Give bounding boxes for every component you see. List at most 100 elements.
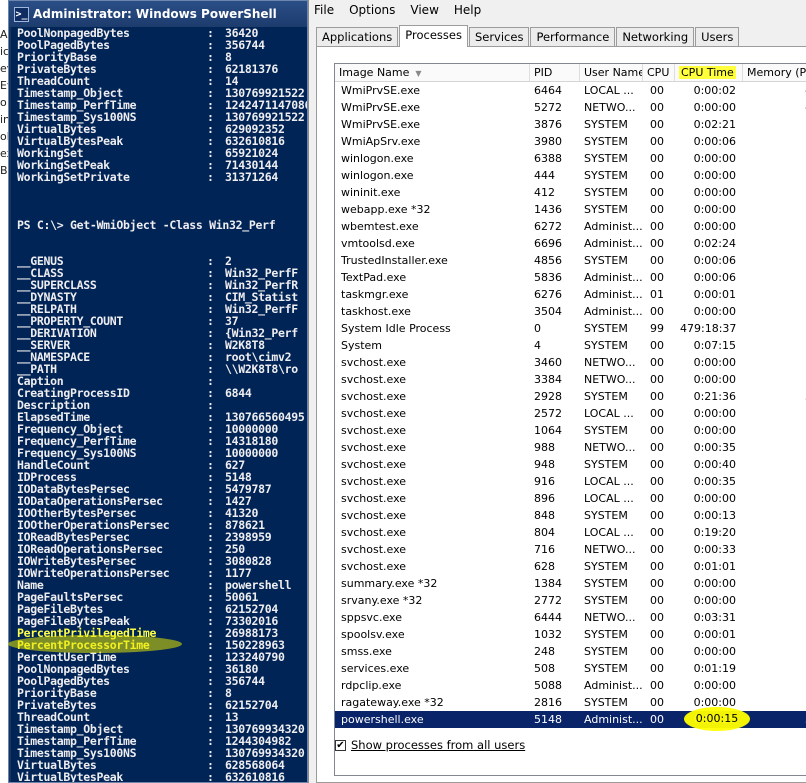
process-cpu-time: 0:02:21: [693, 118, 736, 131]
process-cpu-time: 0:01:01: [693, 560, 736, 573]
table-row[interactable]: svchost.exe 916 LOCAL ... 00 0:00:35: [335, 473, 806, 490]
table-row[interactable]: WmiApSrv.exe 3980 SYSTEM 00 0:00:06: [335, 133, 806, 150]
table-row[interactable]: sppsvc.exe 6444 NETWO... 00 0:03:31: [335, 609, 806, 626]
table-row[interactable]: rdpclip.exe 5088 Administ... 00 0:00:00: [335, 677, 806, 694]
process-user: LOCAL ...: [584, 492, 634, 505]
process-cpu-time: 0:07:15: [693, 339, 736, 352]
column-pid[interactable]: PID: [530, 64, 580, 81]
process-name: svchost.exe: [341, 441, 407, 454]
process-name: TextPad.exe: [341, 271, 407, 284]
process-user: SYSTEM: [584, 509, 628, 522]
column-memory[interactable]: Memory (Pr: [743, 64, 806, 81]
column-image-name[interactable]: Image Name ▼: [335, 64, 530, 81]
tab-applications[interactable]: Applications: [316, 27, 399, 46]
process-name: smss.exe: [341, 645, 392, 658]
console-line: WorkingSetPrivate:31371264: [11, 171, 307, 183]
table-row[interactable]: svchost.exe 1064 SYSTEM 00 0:00:00: [335, 422, 806, 439]
table-row[interactable]: svchost.exe 848 SYSTEM 00 0:00:13: [335, 507, 806, 524]
show-all-checkbox[interactable]: ✔: [335, 739, 346, 751]
tab-performance[interactable]: Performance: [530, 27, 616, 46]
process-user: NETWO...: [584, 101, 636, 114]
process-cpu-time: 0:00:13: [693, 509, 736, 522]
powershell-console[interactable]: PoolNonpagedBytes:36420 PoolPagedBytes:35…: [11, 27, 307, 782]
table-row[interactable]: vmtoolsd.exe 6696 Administ... 00 0:02:24: [335, 235, 806, 252]
table-row[interactable]: winlogon.exe 444 SYSTEM 00 0:00:00: [335, 167, 806, 184]
process-cpu: 00: [650, 305, 664, 318]
table-row[interactable]: srvany.exe *32 2772 SYSTEM 00 0:00:00: [335, 592, 806, 609]
process-user: Administ...: [584, 220, 642, 233]
process-cpu-time: 0:00:00: [693, 492, 736, 505]
table-row[interactable]: TextPad.exe5836Administ...000:00:061: [335, 269, 806, 286]
menu-file[interactable]: File: [314, 3, 334, 17]
table-row[interactable]: svchost.exe2928SYSTEM000:21:363: [335, 388, 806, 405]
column-user-name[interactable]: User Name: [580, 64, 643, 81]
show-all-processes[interactable]: ✔ Show processes from all users: [335, 738, 525, 752]
process-pid: 5272: [534, 101, 562, 114]
tab-processes[interactable]: Processes: [399, 25, 468, 47]
table-row[interactable]: winlogon.exe 6388 SYSTEM 00 0:00:00: [335, 150, 806, 167]
table-row[interactable]: taskhost.exe 3504 Administ... 00 0:00:00: [335, 303, 806, 320]
menu-options[interactable]: Options: [349, 3, 395, 17]
table-row[interactable]: summary.exe *32 1384 SYSTEM 00 0:00:00: [335, 575, 806, 592]
table-row[interactable]: TrustedInstaller.exe4856SYSTEM000:00:061: [335, 252, 806, 269]
process-user: LOCAL ...: [584, 84, 634, 97]
table-row[interactable]: wbemtest.exe 6272 Administ... 00 0:00:00: [335, 218, 806, 235]
process-name: sppsvc.exe: [341, 611, 402, 624]
table-row[interactable]: svchost.exe 716 NETWO... 00 0:00:33: [335, 541, 806, 558]
tab-services[interactable]: Services: [468, 27, 530, 46]
tab-networking[interactable]: Networking: [616, 27, 695, 46]
column-cpu[interactable]: CPU: [643, 64, 675, 81]
column-cpu-time[interactable]: CPU Time: [675, 64, 743, 81]
table-row[interactable]: WmiPrvSE.exe5272NETWO...000:00:00-: [335, 99, 806, 116]
process-cpu: 00: [650, 271, 664, 284]
process-name: powershell.exe: [341, 713, 424, 726]
table-row[interactable]: WmiPrvSE.exe6464LOCAL ...000:00:02-: [335, 82, 806, 99]
process-cpu: 00: [650, 220, 664, 233]
console-command: PS C:\> Get-WmiObject -Class Win32_Perf: [17, 218, 276, 232]
table-row[interactable]: wininit.exe 412 SYSTEM 00 0:00:00: [335, 184, 806, 201]
table-row[interactable]: svchost.exe 988 NETWO... 00 0:00:35: [335, 439, 806, 456]
table-row[interactable]: smss.exe 248 SYSTEM 00 0:00:00: [335, 643, 806, 660]
table-row[interactable]: svchost.exe 628 SYSTEM 00 0:01:01: [335, 558, 806, 575]
property-value: 6844: [225, 386, 252, 400]
table-row[interactable]: svchost.exe804LOCAL ...000:19:201: [335, 524, 806, 541]
process-cpu-time: 0:00:00: [693, 101, 736, 114]
process-user: SYSTEM: [584, 424, 628, 437]
process-name: rdpclip.exe: [341, 679, 402, 692]
powershell-title-bar[interactable]: >_ Administrator: Windows PowerShell: [9, 1, 307, 27]
process-pid: 3504: [534, 305, 562, 318]
process-cpu: 00: [650, 186, 664, 199]
task-manager-window[interactable]: File Options View Help Applications Proc…: [308, 0, 806, 783]
process-list[interactable]: Image Name ▼ PID User Name CPU CPU Time M…: [334, 63, 806, 776]
process-name: svchost.exe: [341, 356, 407, 369]
table-row[interactable]: taskmgr.exe 6276 Administ... 01 0:00:01: [335, 286, 806, 303]
process-cpu-time: 0:00:02: [693, 84, 736, 97]
tab-users[interactable]: Users: [695, 27, 740, 46]
process-user: SYSTEM: [584, 118, 628, 131]
process-name: System Idle Process: [341, 322, 451, 335]
table-row[interactable]: spoolsv.exe 1032 SYSTEM 00 0:00:01: [335, 626, 806, 643]
process-cpu: 00: [650, 169, 664, 182]
table-row[interactable]: svchost.exe 3384 NETWO... 00 0:00:00: [335, 371, 806, 388]
process-cpu-time: 0:00:01: [693, 288, 736, 301]
table-row[interactable]: webapp.exe *32 1436 SYSTEM 00 0:00:00: [335, 201, 806, 218]
process-cpu: 00: [650, 594, 664, 607]
table-row[interactable]: System 4 SYSTEM 00 0:07:15: [335, 337, 806, 354]
table-row[interactable]: svchost.exe 896 LOCAL ... 00 0:00:00: [335, 490, 806, 507]
table-row[interactable]: svchost.exe 3460 NETWO... 00 0:00:00: [335, 354, 806, 371]
table-row[interactable]: svchost.exe 2572 LOCAL ... 00 0:00:00: [335, 405, 806, 422]
process-pid: 6276: [534, 288, 562, 301]
process-name: svchost.exe: [341, 543, 407, 556]
process-name: svchost.exe: [341, 475, 407, 488]
table-row[interactable]: System Idle Process 0 SYSTEM 99 479:18:37: [335, 320, 806, 337]
powershell-window[interactable]: >_ Administrator: Windows PowerShell Poo…: [8, 0, 308, 783]
table-row[interactable]: svchost.exe 948 SYSTEM 00 0:00:40: [335, 456, 806, 473]
menu-help[interactable]: Help: [454, 3, 481, 17]
process-cpu: 01: [650, 288, 664, 301]
table-row[interactable]: services.exe 508 SYSTEM 00 0:01:19: [335, 660, 806, 677]
process-pid: 412: [534, 186, 555, 199]
menu-view[interactable]: View: [410, 3, 438, 17]
process-pid: 2928: [534, 390, 562, 403]
table-row[interactable]: WmiPrvSE.exe3876SYSTEM000:02:211: [335, 116, 806, 133]
process-name: svchost.exe: [341, 424, 407, 437]
